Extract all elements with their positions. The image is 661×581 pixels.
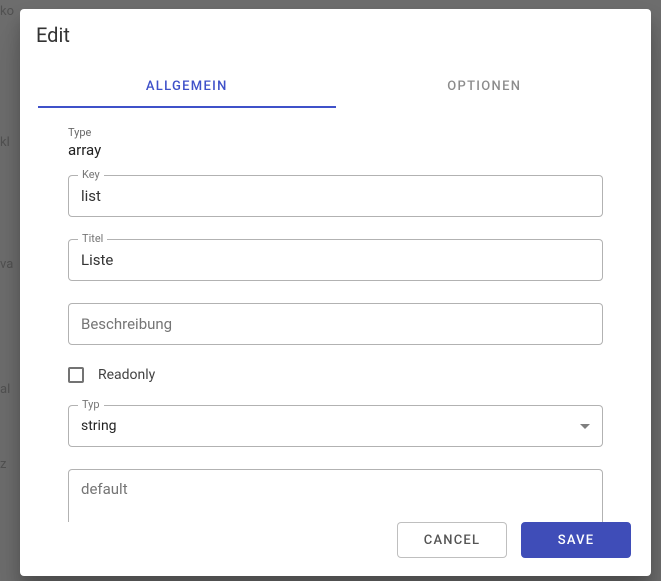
readonly-checkbox-row[interactable]: Readonly xyxy=(68,367,603,383)
key-field-wrapper: Key xyxy=(68,175,603,217)
item-type-field-wrapper: Typ string xyxy=(68,405,603,447)
dialog-title: Edit xyxy=(20,9,651,57)
item-type-value: string xyxy=(81,418,117,434)
type-display: Type array xyxy=(68,126,603,159)
dialog-actions: Cancel Save xyxy=(20,522,651,576)
item-type-label: Typ xyxy=(78,398,104,411)
title-input[interactable] xyxy=(81,251,590,269)
key-label: Key xyxy=(78,168,104,181)
readonly-label: Readonly xyxy=(98,367,155,383)
item-type-select[interactable]: string xyxy=(68,405,603,447)
tab-general[interactable]: Allgemein xyxy=(38,67,336,108)
description-field-wrapper xyxy=(68,303,603,345)
description-input[interactable] xyxy=(81,315,590,333)
edit-dialog: Edit Allgemein Optionen Type array Key T… xyxy=(20,9,651,576)
title-field-wrapper: Titel xyxy=(68,239,603,281)
type-value: array xyxy=(68,141,603,159)
key-input[interactable] xyxy=(81,187,590,205)
chevron-down-icon xyxy=(580,424,590,429)
dialog-tabs: Allgemein Optionen xyxy=(38,67,633,108)
save-button[interactable]: Save xyxy=(521,522,631,558)
tab-options[interactable]: Optionen xyxy=(336,67,634,108)
default-input[interactable] xyxy=(81,480,590,522)
form-general: Type array Key Titel Readonly Typ xyxy=(20,108,651,522)
type-label: Type xyxy=(68,126,603,139)
cancel-button[interactable]: Cancel xyxy=(397,522,507,558)
default-field-wrapper xyxy=(68,469,603,522)
title-label: Titel xyxy=(78,232,107,245)
readonly-checkbox[interactable] xyxy=(68,367,84,383)
